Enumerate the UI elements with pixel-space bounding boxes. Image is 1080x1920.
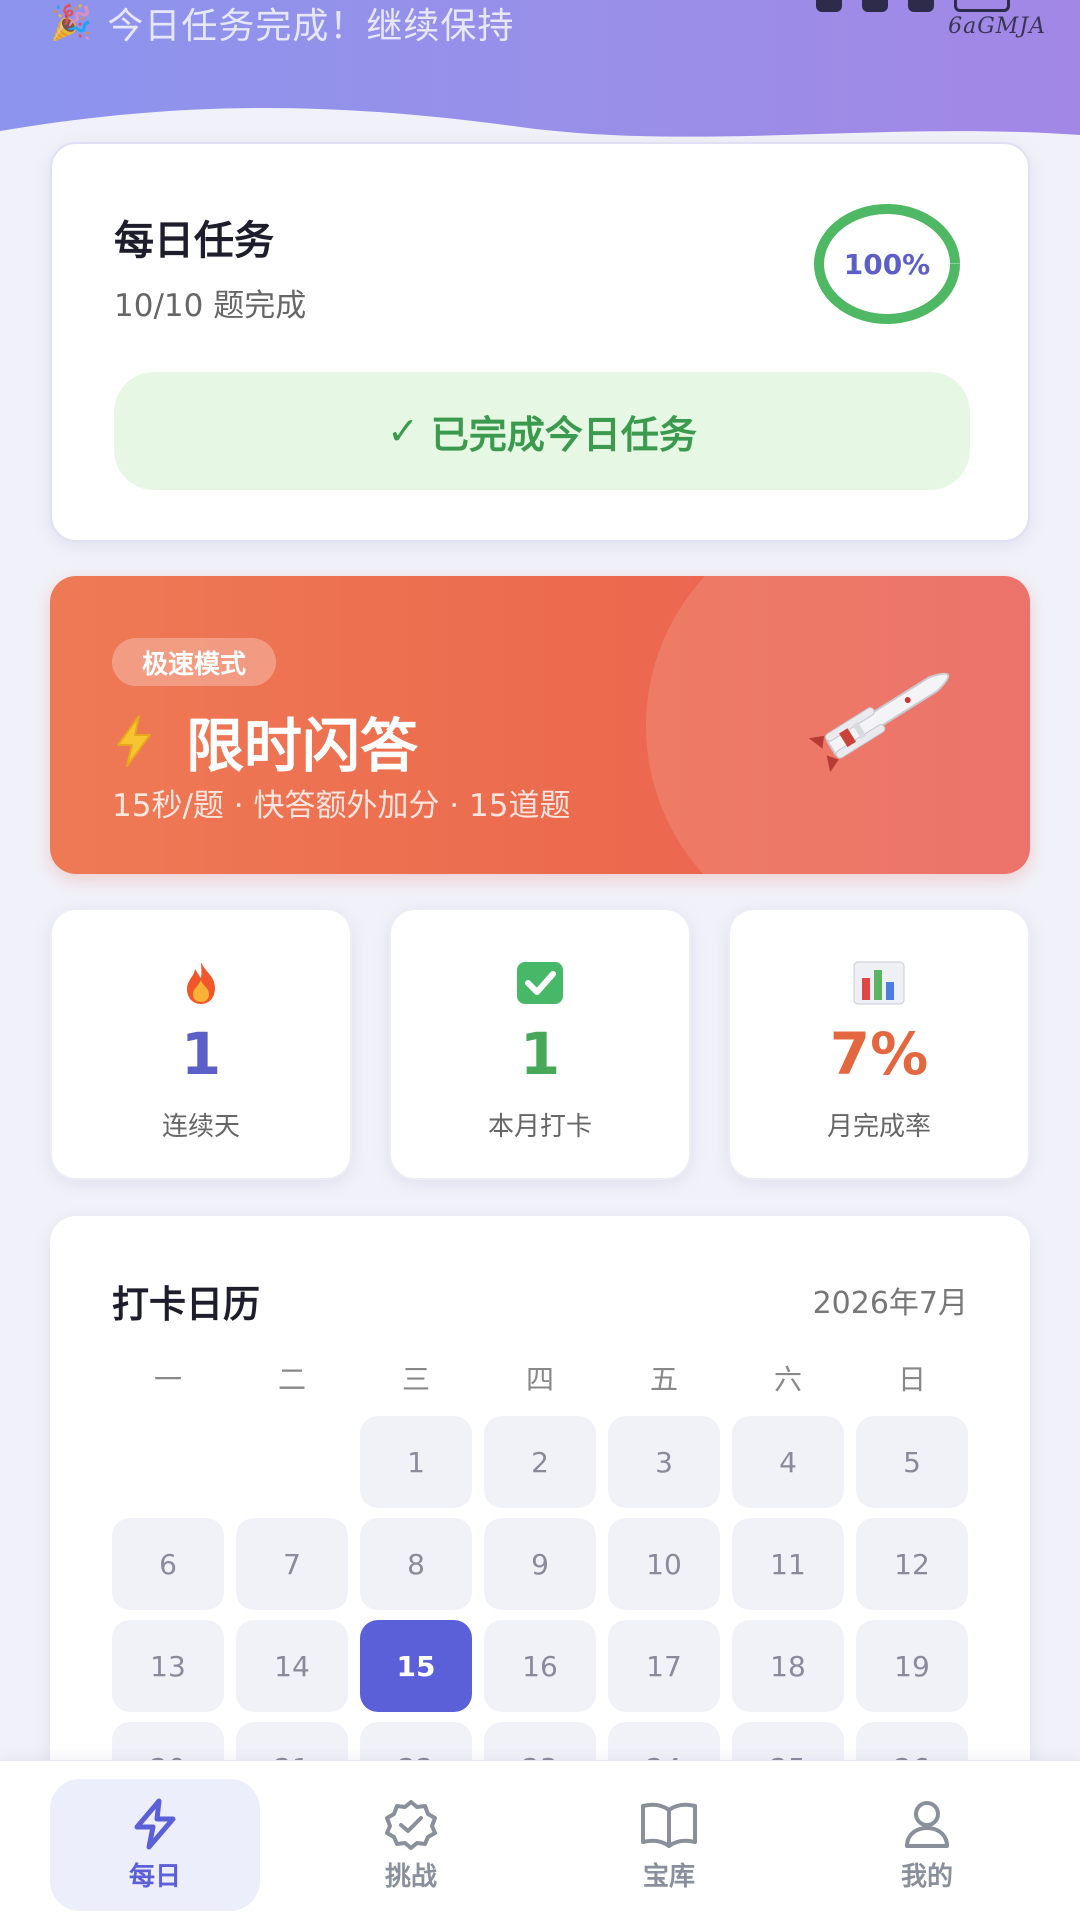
- weekday-label: 三: [401, 1363, 430, 1396]
- network-icon: [908, 0, 934, 12]
- flash-quiz-subtitle: 15秒/题 · 快答额外加分 · 15道题: [112, 788, 571, 824]
- battery-icon: [954, 0, 1010, 12]
- calendar-day[interactable]: 14: [236, 1620, 348, 1712]
- progress-percent: 100%: [843, 247, 931, 281]
- notification-icon: [862, 0, 888, 12]
- nav-label: 每日: [128, 1861, 181, 1892]
- progress-ring: 100%: [812, 202, 962, 326]
- calendar-day[interactable]: 1: [360, 1416, 472, 1508]
- banner-text: 今日任务完成！继续保持: [107, 6, 515, 47]
- calendar-day-today[interactable]: 15: [360, 1620, 472, 1712]
- flash-quiz-title-text: 限时闪答: [186, 712, 419, 780]
- lightning-icon: [134, 1798, 176, 1849]
- lightning-icon: [117, 715, 151, 767]
- calendar-day[interactable]: 16: [484, 1620, 596, 1712]
- weekday-label: 一: [153, 1363, 182, 1396]
- check-box-icon: [517, 962, 563, 1004]
- calendar-day[interactable]: 7: [236, 1518, 348, 1610]
- calendar-day[interactable]: 6: [112, 1518, 224, 1610]
- monthly-checkin-value: 1: [519, 1020, 561, 1088]
- weekday-label: 二: [277, 1363, 306, 1396]
- calendar-day[interactable]: 2: [484, 1416, 596, 1508]
- stat-card-monthly-rate: 7% 月完成率: [728, 908, 1030, 1180]
- stat-card-streak: 1 连续天: [50, 908, 352, 1180]
- calendar-day[interactable]: 13: [112, 1620, 224, 1712]
- nav-label: 我的: [900, 1861, 953, 1892]
- calendar-day[interactable]: 3: [608, 1416, 720, 1508]
- bottom-navigation: 每日 挑战 宝库 我的: [0, 1760, 1080, 1920]
- calendar-day[interactable]: 5: [856, 1416, 968, 1508]
- nav-tab-profile[interactable]: 我的: [822, 1779, 1032, 1911]
- weekday-label: 五: [649, 1363, 678, 1396]
- calendar-weekdays: 一 二 三 四 五 六 日: [112, 1358, 972, 1398]
- completion-banner: 🎉 今日任务完成！继续保持: [50, 0, 515, 47]
- watermark: 6aGMJA: [948, 14, 1046, 39]
- nav-label: 挑战: [384, 1861, 437, 1892]
- calendar-day[interactable]: 8: [360, 1518, 472, 1610]
- weekday-label: 日: [897, 1363, 926, 1396]
- top-banner: 🎉 今日任务完成！继续保持 6aGMJA: [0, 0, 1080, 150]
- calendar-day[interactable]: 11: [732, 1518, 844, 1610]
- daily-task-progress: 10/10 题完成: [114, 288, 307, 324]
- monthly-rate-label: 月完成率: [826, 1112, 931, 1142]
- stat-card-monthly-checkin: 1 本月打卡: [389, 908, 691, 1180]
- status-bar-icons: [816, 0, 1010, 12]
- party-icon: 🎉: [50, 3, 94, 43]
- user-icon: [905, 1800, 949, 1848]
- flash-quiz-card[interactable]: 极速模式 限时闪答 15秒/题 · 快答额外加分 · 15道题: [50, 576, 1030, 874]
- calendar-day[interactable]: 18: [732, 1620, 844, 1712]
- signal-icon: [816, 0, 842, 12]
- streak-days-value: 1: [180, 1020, 222, 1088]
- speed-mode-tag: 极速模式: [112, 638, 277, 686]
- monthly-checkin-label: 本月打卡: [487, 1112, 592, 1142]
- fire-icon: [187, 962, 215, 1004]
- task-completed-button[interactable]: ✓ 已完成今日任务: [114, 372, 970, 490]
- streak-days-label: 连续天: [161, 1112, 240, 1142]
- nav-tab-challenge[interactable]: 挑战: [306, 1779, 516, 1911]
- calendar-day[interactable]: 19: [856, 1620, 968, 1712]
- bar-chart-icon: [853, 961, 905, 1005]
- calendar-day[interactable]: 17: [608, 1620, 720, 1712]
- badge-check-icon: [385, 1799, 437, 1850]
- monthly-rate-value: 7%: [829, 1020, 929, 1088]
- calendar-month: 2026年7月: [812, 1286, 968, 1321]
- check-icon: ✓: [387, 409, 419, 453]
- task-completed-label: 已完成今日任务: [430, 412, 697, 457]
- rocket-icon: [808, 672, 950, 773]
- nav-label: 宝库: [642, 1861, 695, 1892]
- weekday-label: 六: [773, 1363, 802, 1396]
- daily-task-title: 每日任务: [114, 218, 274, 264]
- calendar-day[interactable]: 4: [732, 1416, 844, 1508]
- daily-task-card: 每日任务 10/10 题完成 100% ✓ 已完成今日任务: [50, 142, 1030, 542]
- calendar-day[interactable]: 12: [856, 1518, 968, 1610]
- nav-tab-library[interactable]: 宝库: [564, 1779, 774, 1911]
- calendar-title: 打卡日历: [112, 1283, 260, 1326]
- weekday-label: 四: [525, 1363, 554, 1396]
- calendar-day[interactable]: 9: [484, 1518, 596, 1610]
- nav-tab-daily[interactable]: 每日: [50, 1779, 260, 1911]
- flash-quiz-title: 限时闪答: [112, 696, 418, 786]
- book-icon: [641, 1802, 697, 1848]
- calendar-day[interactable]: 10: [608, 1518, 720, 1610]
